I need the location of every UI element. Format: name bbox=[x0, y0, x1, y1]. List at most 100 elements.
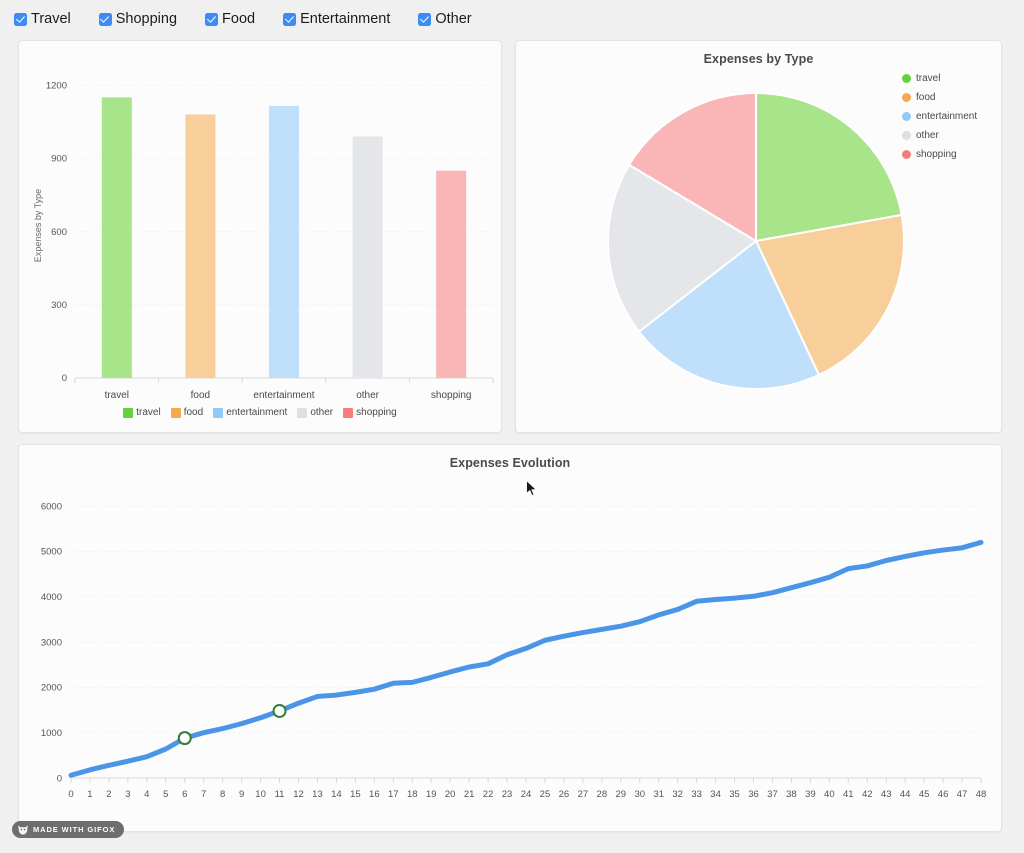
line-marker-1[interactable] bbox=[274, 705, 286, 717]
line-x-tick: 28 bbox=[597, 789, 608, 800]
line-x-tick: 36 bbox=[748, 789, 759, 800]
line-x-tick: 23 bbox=[502, 789, 513, 800]
line-y-tick: 0 bbox=[57, 773, 62, 784]
bar-legend-item-travel[interactable]: travel bbox=[123, 407, 160, 418]
bar-x-label: travel bbox=[105, 390, 129, 401]
line-x-tick: 7 bbox=[201, 789, 206, 800]
checkbox-shopping[interactable] bbox=[99, 13, 112, 26]
bar-food[interactable] bbox=[185, 114, 215, 378]
line-x-tick: 18 bbox=[407, 789, 418, 800]
bar-y-tick: 300 bbox=[51, 300, 67, 311]
filter-item-food[interactable]: Food bbox=[205, 11, 255, 27]
checkbox-food[interactable] bbox=[205, 13, 218, 26]
bar-y-tick: 900 bbox=[51, 154, 67, 165]
line-series-expenses bbox=[71, 542, 981, 775]
line-x-tick: 24 bbox=[521, 789, 532, 800]
line-x-tick: 35 bbox=[729, 789, 740, 800]
bar-legend-item-entertainment[interactable]: entertainment bbox=[213, 407, 287, 418]
bar-x-label: other bbox=[356, 390, 379, 401]
line-x-tick: 11 bbox=[275, 789, 285, 800]
line-x-tick: 4 bbox=[144, 789, 149, 800]
line-y-tick: 5000 bbox=[41, 547, 62, 558]
line-x-tick: 26 bbox=[559, 789, 570, 800]
legend-label: shopping bbox=[916, 149, 957, 160]
line-y-tick: 2000 bbox=[41, 683, 62, 694]
filter-item-other[interactable]: Other bbox=[418, 11, 471, 27]
legend-swatch bbox=[902, 93, 911, 102]
line-x-tick: 16 bbox=[369, 789, 380, 800]
filter-item-entertainment[interactable]: Entertainment bbox=[283, 11, 390, 27]
mouse-cursor bbox=[526, 480, 538, 498]
bar-entertainment[interactable] bbox=[269, 106, 299, 378]
legend-label: food bbox=[184, 407, 203, 418]
legend-swatch bbox=[123, 408, 133, 418]
line-x-tick: 30 bbox=[634, 789, 645, 800]
pie-legend-item-travel[interactable]: travel bbox=[902, 73, 940, 84]
legend-label: other bbox=[916, 130, 939, 141]
category-filter-bar: Travel Shopping Food Entertainment Other bbox=[0, 0, 1024, 38]
bar-travel[interactable] bbox=[102, 97, 132, 378]
pie-legend-item-food[interactable]: food bbox=[902, 92, 935, 103]
legend-label: entertainment bbox=[916, 111, 977, 122]
line-x-tick: 40 bbox=[824, 789, 835, 800]
expenses-evolution-card: Expenses Evolution 010002000300040005000… bbox=[18, 444, 1002, 832]
line-x-tick: 21 bbox=[464, 789, 475, 800]
line-x-tick: 46 bbox=[938, 789, 949, 800]
checkbox-travel[interactable] bbox=[14, 13, 27, 26]
bar-chart: 03006009001200travelfoodentertainmentoth… bbox=[19, 41, 501, 401]
line-x-tick: 2 bbox=[106, 789, 111, 800]
filter-item-travel[interactable]: Travel bbox=[14, 11, 71, 27]
bar-y-axis-title: Expenses by Type bbox=[33, 189, 43, 262]
line-x-tick: 31 bbox=[653, 789, 664, 800]
legend-label: entertainment bbox=[226, 407, 287, 418]
legend-swatch bbox=[902, 150, 911, 159]
bar-y-tick: 0 bbox=[62, 373, 67, 384]
line-x-tick: 25 bbox=[540, 789, 551, 800]
line-x-tick: 0 bbox=[68, 789, 73, 800]
watermark-text: MADE WITH GIFOX bbox=[33, 825, 115, 834]
bar-legend-item-food[interactable]: food bbox=[171, 407, 203, 418]
line-x-tick: 17 bbox=[388, 789, 399, 800]
checkbox-other[interactable] bbox=[418, 13, 431, 26]
pie-legend-item-entertainment[interactable]: entertainment bbox=[902, 111, 977, 122]
pie-legend-item-other[interactable]: other bbox=[902, 130, 939, 141]
line-x-tick: 34 bbox=[710, 789, 721, 800]
line-y-tick: 3000 bbox=[41, 637, 62, 648]
bar-legend-item-other[interactable]: other bbox=[297, 407, 333, 418]
bar-x-label: entertainment bbox=[253, 390, 314, 401]
legend-label: other bbox=[310, 407, 333, 418]
bar-legend-item-shopping[interactable]: shopping bbox=[343, 407, 397, 418]
bar-chart-legend: travel food entertainment other shopping bbox=[19, 407, 501, 418]
gifox-watermark: MADE WITH GIFOX bbox=[12, 821, 124, 838]
filter-label: Shopping bbox=[116, 11, 177, 27]
line-x-tick: 42 bbox=[862, 789, 873, 800]
pie-chart-title: Expenses by Type bbox=[516, 41, 1001, 66]
line-x-tick: 45 bbox=[919, 789, 930, 800]
line-x-tick: 43 bbox=[881, 789, 892, 800]
filter-item-shopping[interactable]: Shopping bbox=[99, 11, 177, 27]
line-x-tick: 13 bbox=[312, 789, 323, 800]
pie-legend-item-shopping[interactable]: shopping bbox=[902, 149, 957, 160]
line-y-tick: 6000 bbox=[41, 501, 62, 512]
line-x-tick: 47 bbox=[957, 789, 968, 800]
legend-label: travel bbox=[916, 73, 940, 84]
line-x-tick: 48 bbox=[976, 789, 987, 800]
fox-icon bbox=[17, 824, 29, 836]
bar-x-label: shopping bbox=[431, 390, 472, 401]
line-x-tick: 27 bbox=[578, 789, 589, 800]
line-x-tick: 8 bbox=[220, 789, 225, 800]
line-x-tick: 33 bbox=[691, 789, 702, 800]
line-x-tick: 10 bbox=[255, 789, 266, 800]
line-y-tick: 4000 bbox=[41, 592, 62, 603]
line-marker-0[interactable] bbox=[179, 732, 191, 744]
checkbox-entertainment[interactable] bbox=[283, 13, 296, 26]
bar-shopping[interactable] bbox=[436, 171, 466, 378]
bar-y-tick: 600 bbox=[51, 227, 67, 238]
line-x-tick: 6 bbox=[182, 789, 187, 800]
line-x-tick: 41 bbox=[843, 789, 854, 800]
line-x-tick: 19 bbox=[426, 789, 437, 800]
line-x-tick: 14 bbox=[331, 789, 342, 800]
pie-chart-legend: travel food entertainment other shopping bbox=[902, 73, 977, 168]
bar-other[interactable] bbox=[353, 136, 383, 378]
line-x-tick: 39 bbox=[805, 789, 816, 800]
